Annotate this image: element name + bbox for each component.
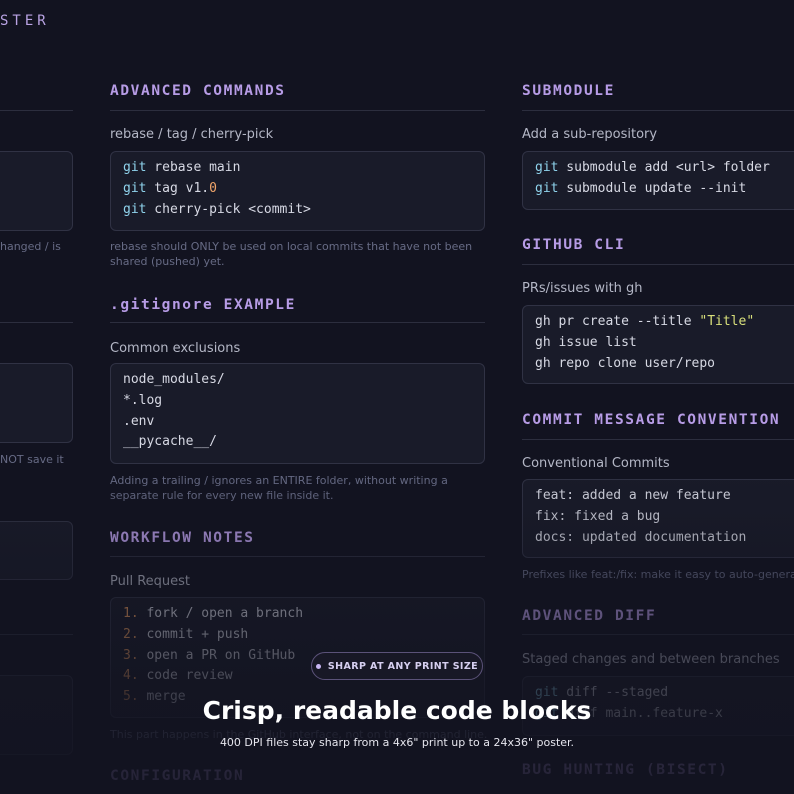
section-heading-bisect: BUG HUNTING (BISECT) — [522, 762, 729, 778]
list-number: 4. — [123, 668, 139, 684]
section-heading-configuration: CONFIGURATION — [110, 768, 245, 784]
list-number: 3. — [123, 647, 139, 663]
left-note-2: NOT save it — [0, 453, 64, 466]
code-text: gh pr create --title — [535, 314, 700, 329]
code-line: gh issue list — [535, 334, 637, 350]
list-number: 2. — [123, 626, 139, 642]
code-keyword: git — [535, 160, 559, 175]
code-line: git cherry-pick <commit> — [123, 200, 472, 221]
section-heading-commit-convention: COMMIT MESSAGE CONVENTION — [522, 412, 781, 428]
section-subtitle: Add a sub-repository — [522, 127, 658, 142]
divider — [522, 110, 794, 111]
divider — [0, 110, 73, 111]
section-note: Adding a trailing / ignores an ENTIRE fo… — [110, 474, 448, 502]
code-line: gh pr create --title "Title" — [535, 312, 794, 333]
divider — [110, 556, 485, 557]
code-keyword: git — [123, 160, 147, 175]
code-text: tag v1. — [146, 180, 210, 196]
section-subtitle: Pull Request — [110, 574, 191, 589]
code-block-gitignore: node_modules/ *.log .env __pycache__/ — [110, 363, 485, 464]
code-text: submodule add <url> folder — [558, 160, 770, 175]
code-line: node_modules/ — [123, 372, 225, 387]
code-line: gh repo clone user/repo — [535, 355, 716, 371]
code-text: submodule update --init — [558, 180, 747, 196]
section-heading-github-cli: GITHUB CLI — [522, 237, 626, 253]
code-line: *.log — [123, 392, 163, 408]
list-number: 1. — [123, 606, 139, 621]
code-line: git submodule add <url> folder — [535, 158, 794, 179]
code-line: 2. commit + push — [123, 625, 472, 646]
section-subtitle: Common exclusions — [110, 341, 241, 356]
code-line: git tag v1.0 — [123, 179, 472, 200]
divider — [522, 634, 794, 635]
divider — [522, 264, 794, 265]
tagline: 400 DPI files stay sharp from a 4x6" pri… — [219, 736, 575, 749]
code-text: fork / open a branch — [138, 606, 304, 621]
code-text: cherry-pick <commit> — [146, 201, 311, 217]
section-subtitle: rebase / tag / cherry-pick — [110, 127, 274, 142]
divider — [110, 322, 485, 323]
section-heading-gitignore: .gitignore EXAMPLE — [110, 297, 296, 313]
code-line: git rebase main — [123, 158, 472, 179]
code-keyword: git — [123, 180, 147, 196]
divider — [110, 110, 485, 111]
code-text: rebase main — [146, 160, 241, 175]
code-block-left-2 — [0, 363, 73, 443]
code-block-advanced-commands: git rebase main git tag v1.0 git cherry-pi… — [110, 151, 485, 231]
code-line: .env — [123, 413, 155, 429]
code-block-left-3 — [0, 521, 73, 580]
code-string: "Title" — [699, 314, 755, 329]
section-note: Prefixes like feat:/fix: make it easy to… — [522, 568, 794, 581]
code-block-submodule: git submodule add <url> folder git submod… — [522, 151, 794, 210]
divider — [0, 322, 73, 323]
section-heading-workflow: WORKFLOW NOTES — [110, 530, 255, 546]
code-block-left-1 — [0, 151, 73, 231]
section-subtitle: PRs/issues with gh — [522, 281, 643, 296]
headline: Crisp, readable code blocks — [202, 696, 592, 725]
code-number: 0 — [209, 180, 217, 196]
code-block-commit-convention: feat: added a new feature fix: fixed a bu… — [522, 479, 794, 558]
section-subtitle: Staged changes and between branches — [522, 652, 780, 667]
section-heading-submodule: SUBMODULE — [522, 83, 615, 99]
code-text: open a PR on GitHub — [138, 647, 296, 663]
section-subtitle: Conventional Commits — [522, 456, 670, 471]
bullet-dot-icon — [315, 663, 321, 669]
left-note-1: hanged / is — [0, 240, 61, 253]
code-line: docs: updated documentation — [535, 529, 747, 545]
code-block-github-cli: gh pr create --title "Title" gh issue lis… — [522, 305, 794, 384]
code-text: code review — [138, 668, 233, 684]
section-heading-advanced-diff: ADVANCED DIFF — [522, 608, 657, 624]
code-line: fix: fixed a bug — [535, 508, 661, 524]
code-text: commit + push — [138, 626, 249, 642]
code-keyword: git — [535, 180, 559, 196]
code-line: __pycache__/ — [123, 434, 217, 450]
badge-label: SHARP AT ANY PRINT SIZE — [327, 660, 479, 672]
code-keyword: git — [123, 201, 147, 217]
code-line: feat: added a new feature — [535, 488, 731, 503]
section-heading-advanced-commands: ADVANCED COMMANDS — [110, 83, 286, 99]
divider — [522, 439, 794, 440]
print-size-badge: SHARP AT ANY PRINT SIZE — [311, 652, 483, 680]
section-note: rebase should ONLY be used on local comm… — [110, 240, 473, 268]
poster-title: STER — [0, 13, 50, 29]
code-line: 1. fork / open a branch — [123, 604, 472, 625]
code-line: git submodule update --init — [535, 179, 794, 200]
divider — [0, 634, 73, 635]
